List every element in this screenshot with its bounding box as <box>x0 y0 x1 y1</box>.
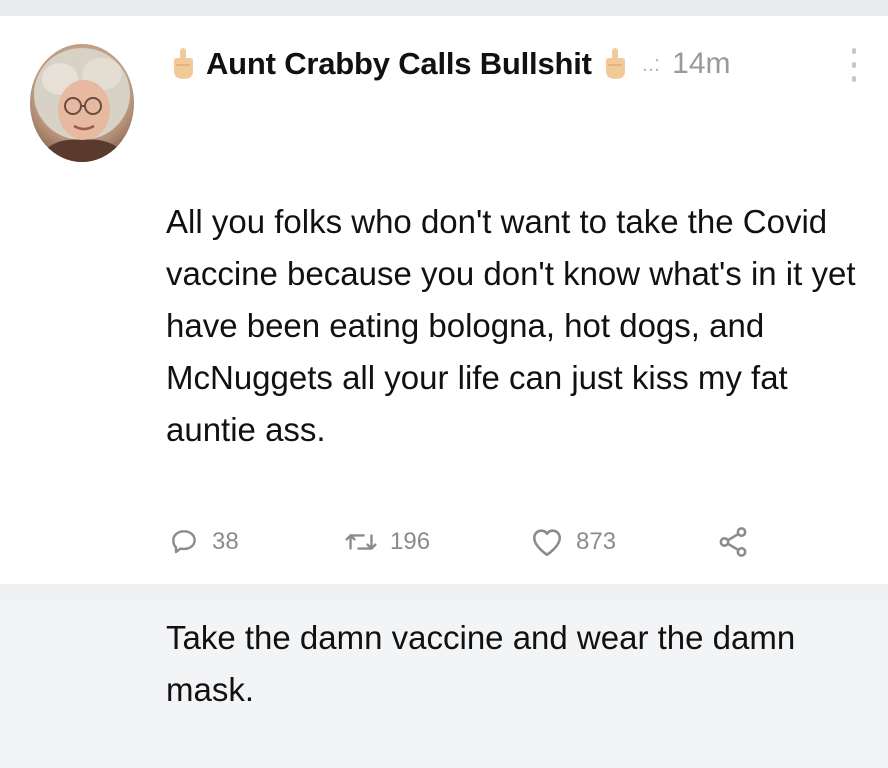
retweet-icon <box>344 526 378 558</box>
like-button[interactable]: 873 <box>530 520 616 564</box>
middle-finger-emoji-icon <box>602 47 628 81</box>
reply-icon <box>168 526 200 558</box>
like-count: 873 <box>576 528 617 555</box>
tweet-body: All you folks who don't want to take the… <box>166 92 866 768</box>
author-name[interactable]: Aunt Crabby Calls Bullshit <box>206 46 592 82</box>
author-avatar[interactable] <box>30 44 134 162</box>
retweet-count: 196 <box>390 528 431 555</box>
retweet-button[interactable]: 196 <box>344 520 430 564</box>
reply-button[interactable]: 38 <box>168 520 239 564</box>
reply-count: 38 <box>212 528 239 555</box>
bottom-divider <box>0 584 888 600</box>
top-divider <box>0 0 888 16</box>
tweet-header: Aunt Crabby Calls Bullshit ..: 14m <box>170 42 731 86</box>
more-vertical-icon[interactable] <box>848 48 860 82</box>
tweet-paragraph: Take the damn vaccine and wear the damn … <box>166 619 805 708</box>
share-icon <box>716 525 750 559</box>
share-button[interactable] <box>716 520 750 564</box>
separator-dots: ..: <box>641 51 661 76</box>
tweet-actions: 38 196 873 <box>168 520 768 564</box>
tweet-paragraph: All you folks who don't want to take the… <box>166 203 865 448</box>
heart-icon <box>530 526 564 558</box>
tweet-timestamp[interactable]: 14m <box>672 47 730 81</box>
middle-finger-emoji-icon <box>170 47 196 81</box>
